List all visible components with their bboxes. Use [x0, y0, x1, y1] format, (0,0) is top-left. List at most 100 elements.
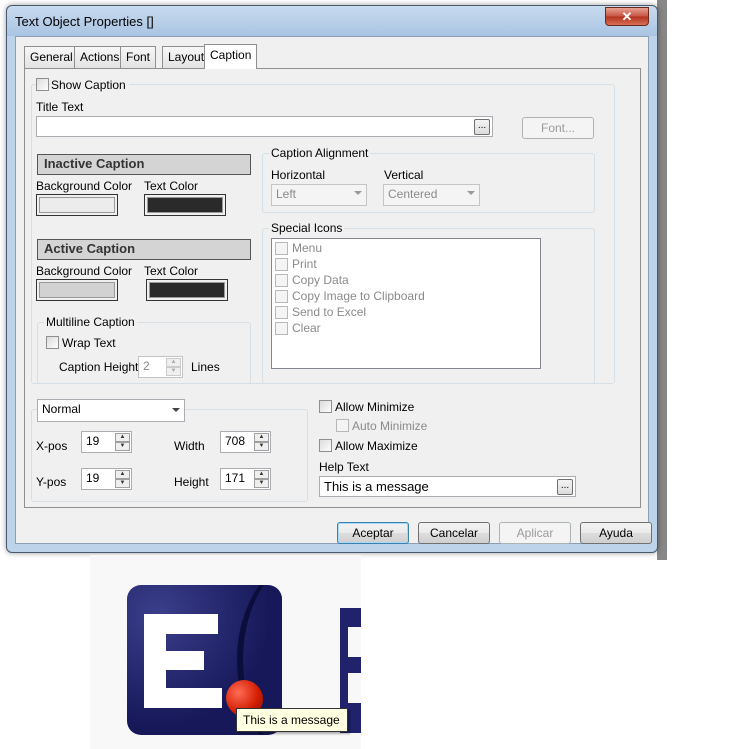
special-icon-item: Menu [292, 241, 323, 255]
allow-maximize-label: Allow Maximize [335, 439, 418, 453]
wrap-text-checkbox[interactable] [46, 336, 59, 349]
vertical-select[interactable]: Centered [383, 184, 480, 206]
spin-down-icon[interactable]: ▼ [115, 479, 130, 488]
caption-height-spin-buttons[interactable]: ▲ ▼ [166, 358, 181, 376]
cancel-button[interactable]: Cancelar [418, 522, 490, 544]
special-icon-item: Send to Excel [292, 305, 367, 319]
xpos-value: 19 [86, 434, 100, 448]
help-text-expression-button[interactable]: ... [557, 479, 573, 495]
chevron-down-icon [467, 191, 475, 195]
width-spin-buttons[interactable]: ▲ ▼ [254, 433, 269, 451]
spin-up-icon[interactable]: ▲ [115, 433, 130, 442]
spin-up-icon[interactable]: ▲ [115, 470, 130, 479]
tab-general[interactable]: General [24, 46, 79, 68]
tab-font[interactable]: Font [120, 46, 157, 68]
state-value: Normal [42, 402, 81, 416]
inactive-bg-color-fill [39, 197, 115, 213]
vertical-value: Centered [388, 187, 438, 201]
active-caption-header: Active Caption [37, 239, 251, 260]
active-bg-color-label: Background Color [36, 264, 133, 278]
horizontal-value: Left [276, 187, 297, 201]
close-button[interactable]: ✕ [605, 7, 649, 26]
horizontal-select[interactable]: Left [271, 184, 367, 206]
auto-minimize-checkbox[interactable] [336, 419, 349, 432]
active-text-color-button[interactable] [146, 279, 228, 301]
tab-actions[interactable]: Actions [74, 46, 126, 68]
title-text-expression-button[interactable]: ... [474, 119, 490, 135]
special-icon-item: Copy Image to Clipboard [292, 289, 425, 303]
title-text-input[interactable] [36, 116, 493, 137]
send-to-excel-checkbox[interactable] [275, 306, 288, 319]
window-title: Text Object Properties [] [15, 14, 154, 29]
tooltip: This is a message [236, 708, 348, 732]
width-label: Width [174, 439, 205, 453]
spin-down-icon[interactable]: ▼ [254, 442, 269, 451]
inactive-bg-color-button[interactable] [36, 194, 118, 216]
height-stepper[interactable]: 171 ▲ ▼ [220, 468, 271, 490]
special-icon-item: Copy Data [292, 273, 349, 287]
vertical-label: Vertical [384, 168, 424, 182]
special-icons-list[interactable]: Menu Print Copy Data Copy Image to Clipb… [271, 238, 541, 369]
spin-up-icon[interactable]: ▲ [254, 433, 269, 442]
inactive-caption-header: Inactive Caption [37, 154, 251, 175]
horizontal-label: Horizontal [271, 168, 326, 182]
show-caption-checkbox[interactable] [36, 78, 49, 91]
spin-up-icon[interactable]: ▲ [166, 358, 181, 367]
xpos-stepper[interactable]: 19 ▲ ▼ [81, 431, 132, 453]
width-stepper[interactable]: 708 ▲ ▼ [220, 431, 271, 453]
lines-label: Lines [191, 360, 220, 374]
height-value: 171 [225, 471, 246, 485]
caption-height-value: 2 [143, 359, 150, 373]
apply-button[interactable]: Aplicar [499, 522, 571, 544]
help-button[interactable]: Ayuda [580, 522, 652, 544]
inactive-text-color-button[interactable] [144, 194, 226, 216]
logo-letter-gap [348, 673, 361, 703]
help-text-label: Help Text [319, 460, 369, 474]
wrap-text-label: Wrap Text [62, 336, 116, 350]
help-text-input[interactable]: This is a message [319, 476, 576, 497]
ok-button[interactable]: Aceptar [337, 522, 409, 544]
caption-alignment-title: Caption Alignment [269, 146, 371, 160]
menu-icon-checkbox[interactable] [275, 242, 288, 255]
active-bg-color-fill [39, 282, 115, 298]
font-button[interactable]: Font... [522, 117, 594, 139]
allow-minimize-checkbox[interactable] [319, 400, 332, 413]
width-value: 708 [225, 434, 246, 448]
allow-minimize-label: Allow Minimize [335, 400, 415, 414]
multiline-caption-title: Multiline Caption [44, 315, 137, 329]
chevron-down-icon [172, 408, 180, 412]
xpos-spin-buttons[interactable]: ▲ ▼ [115, 433, 130, 451]
copy-image-checkbox[interactable] [275, 290, 288, 303]
close-icon: ✕ [621, 9, 633, 24]
inactive-text-color-fill [147, 197, 223, 213]
ypos-stepper[interactable]: 19 ▲ ▼ [81, 468, 132, 490]
caption-height-label: Caption Height [59, 360, 139, 374]
allow-maximize-checkbox[interactable] [319, 439, 332, 452]
height-spin-buttons[interactable]: ▲ ▼ [254, 470, 269, 488]
auto-minimize-label: Auto Minimize [352, 419, 428, 433]
active-bg-color-button[interactable] [36, 279, 118, 301]
special-icon-item: Print [292, 257, 317, 271]
spin-down-icon[interactable]: ▼ [115, 442, 130, 451]
special-icons-title: Special Icons [269, 221, 345, 235]
copy-data-checkbox[interactable] [275, 274, 288, 287]
print-icon-checkbox[interactable] [275, 258, 288, 271]
title-bar: Text Object Properties [] ✕ [7, 6, 657, 36]
ypos-spin-buttons[interactable]: ▲ ▼ [115, 470, 130, 488]
ypos-value: 19 [86, 471, 100, 485]
caption-height-stepper[interactable]: 2 ▲ ▼ [138, 356, 183, 378]
special-icon-item: Clear [292, 321, 321, 335]
tab-caption[interactable]: Caption [204, 44, 258, 69]
logo-letter-gap [348, 627, 361, 657]
spin-up-icon[interactable]: ▲ [254, 470, 269, 479]
caption-tab-panel: Show Caption Title Text ... Font... Inac… [24, 68, 641, 508]
xpos-label: X-pos [36, 439, 68, 453]
state-select[interactable]: Normal [37, 399, 185, 422]
spin-down-icon[interactable]: ▼ [254, 479, 269, 488]
spin-down-icon[interactable]: ▼ [166, 367, 181, 376]
tab-layout[interactable]: Layout [162, 46, 211, 68]
logo-e-letter [144, 614, 222, 708]
clear-checkbox[interactable] [275, 322, 288, 335]
inactive-bg-color-label: Background Color [36, 179, 133, 193]
show-caption-label: Show Caption [51, 78, 129, 92]
